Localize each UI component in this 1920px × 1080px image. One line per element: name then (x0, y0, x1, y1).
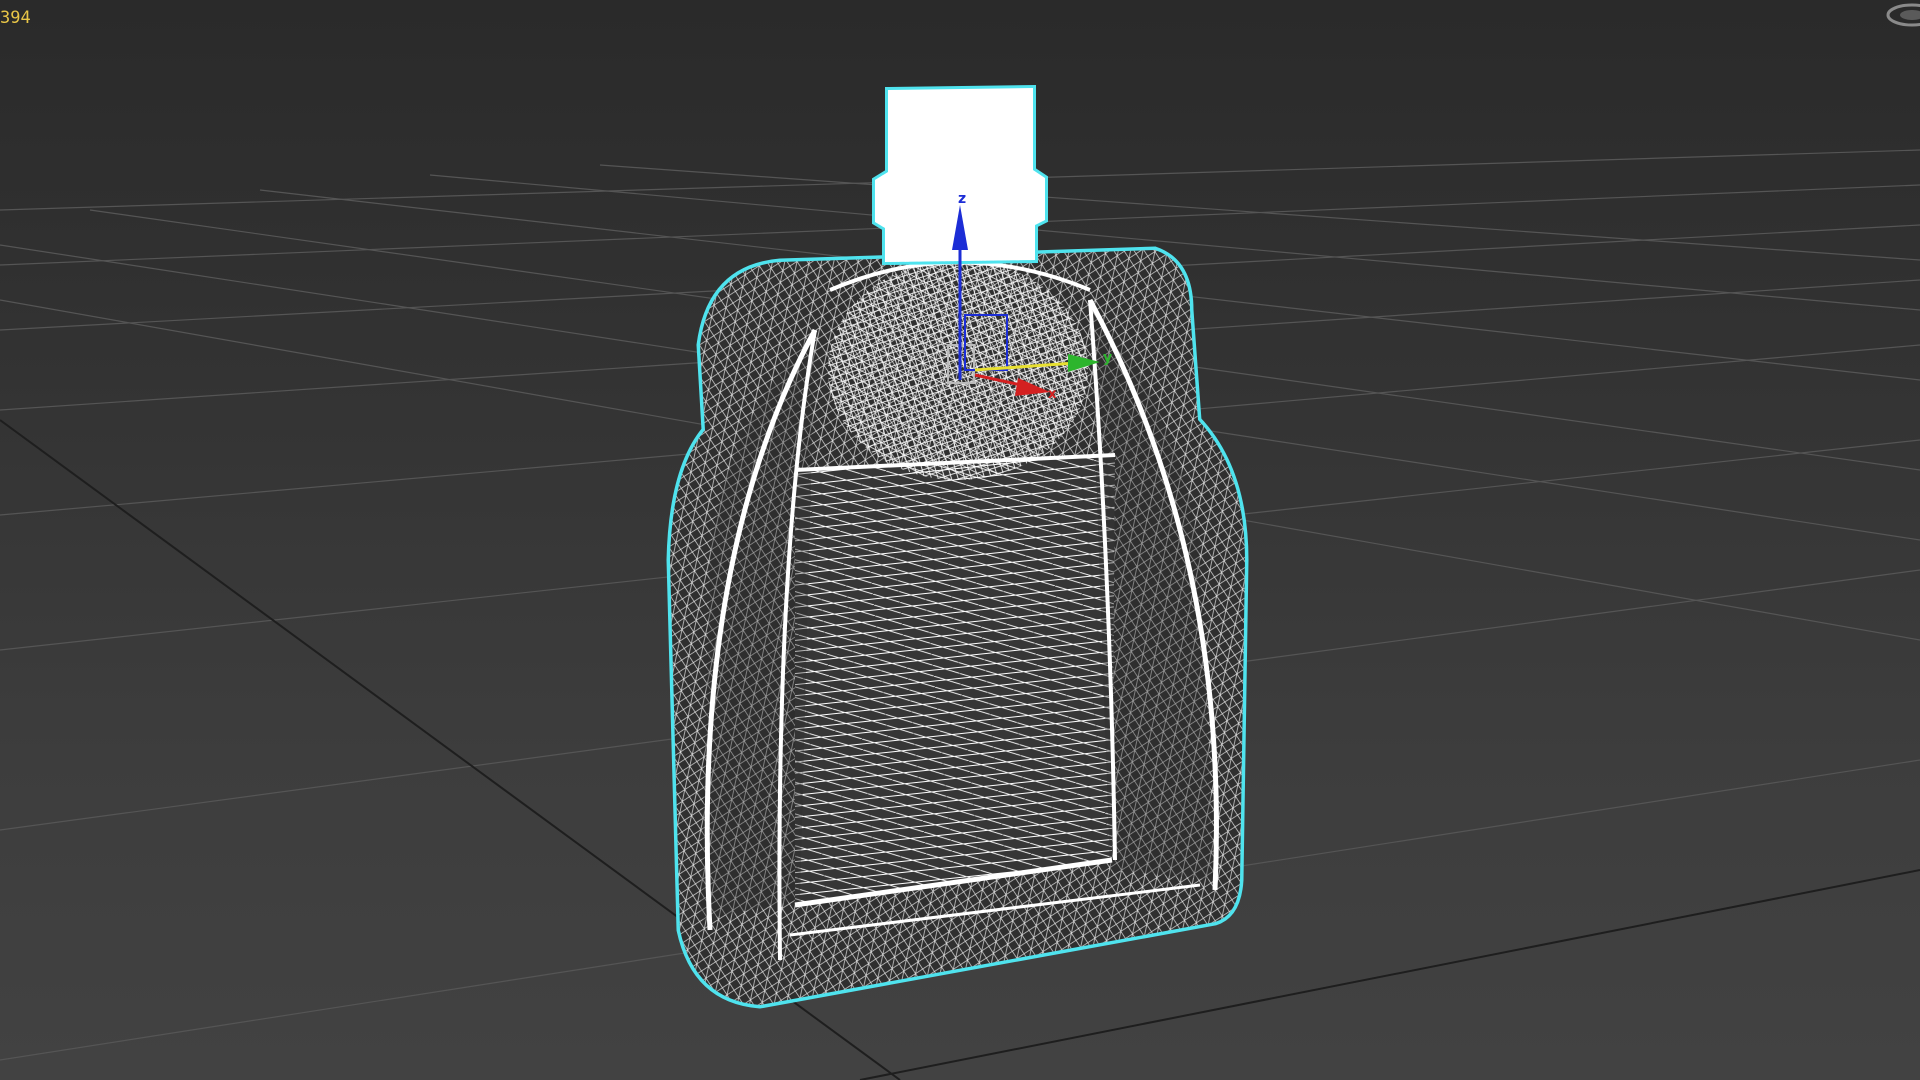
gizmo-y-label: y (1103, 350, 1112, 366)
viewport-stats-text: 394 (0, 8, 31, 28)
grid-line (599, 164, 1920, 261)
gizmo-x-label: x (1048, 387, 1057, 402)
scene-canvas[interactable]: z y x (0, 0, 1920, 1080)
gizmo-z-label: z (958, 191, 966, 207)
viewcube-icon[interactable] (1882, 0, 1920, 30)
3d-viewport[interactable]: z y x 394 (0, 0, 1920, 1080)
